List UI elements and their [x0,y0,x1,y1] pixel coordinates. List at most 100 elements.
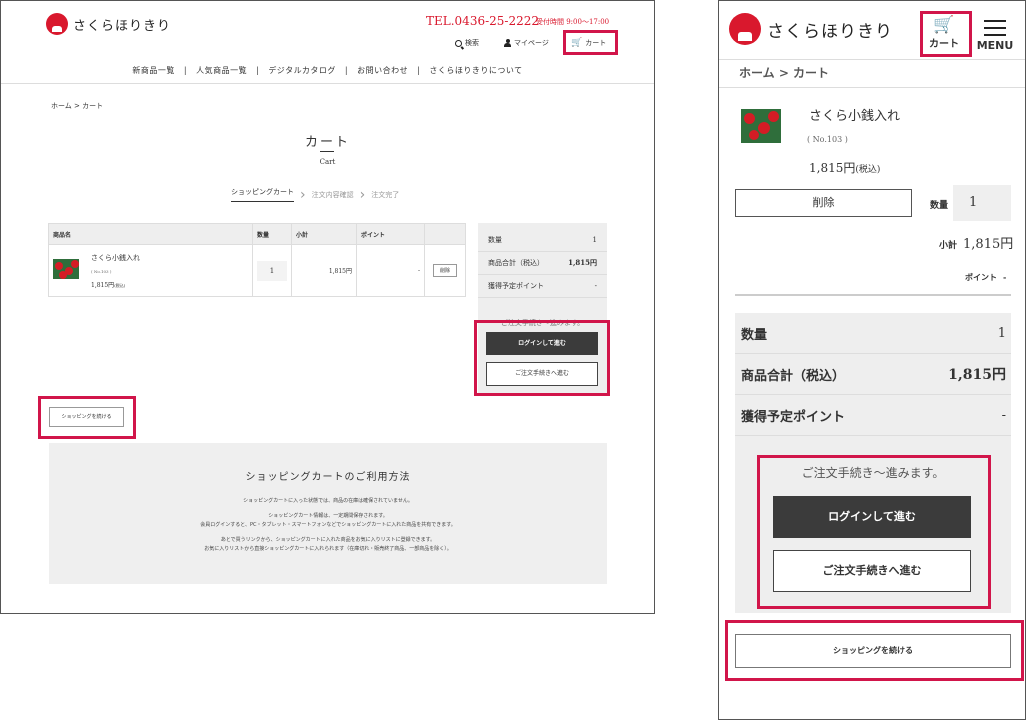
breadcrumb[interactable]: ホーム > カート [739,64,829,81]
logo-text: さくらほりきり [73,18,172,34]
summary-points-label: 獲得予定ポイント [488,282,544,290]
mobile-view: さくらほりきり 🛒 カート MENU ホーム > カート さくら小銭入れ ( N… [718,0,1026,720]
nav-separator: | [183,66,188,75]
global-nav: 新商品一覧 | 人気商品一覧 | デジタルカタログ | お問い合わせ | さくらほりきりについて [1,65,654,76]
search-label: 検索 [465,39,479,47]
header-divider [1,83,654,84]
summary-total-label: 商品合計（税込） [488,259,544,267]
product-name[interactable]: さくら小銭入れ [809,105,900,124]
highlight-checkout-buttons [474,320,610,396]
summary-total-row: 商品合計（税込） 1,815円 [735,354,1011,395]
product-code: ( No.103 ) [91,268,112,274]
points-cell: - [356,244,425,297]
cart-table: 商品名 数量 小計 ポイント さくら小銭入れ ( No.103 ) 1,815円… [48,223,466,297]
search-link[interactable]: 検索 [455,38,479,48]
business-hours: 受付時間 9:00～17:00 [536,18,610,26]
guide-line: 会員ログインすると、PC・タブレット・スマートフォンなどでショッピングカートに入… [200,522,456,528]
highlight-continue-shopping [38,396,136,439]
breadcrumb[interactable]: ホーム > カート [51,101,103,111]
nav-contact[interactable]: お問い合わせ [357,66,408,75]
site-logo[interactable]: さくらほりきり [46,13,171,35]
title-underline [320,151,334,152]
summary-qty-row: 数量 1 [735,313,1011,354]
subtotal-label: 小計 [939,241,958,251]
highlight-continue-shopping [725,620,1024,681]
product-thumbnail[interactable] [741,109,781,143]
mypage-label: マイページ [514,39,549,47]
sakura-logo-icon [46,13,68,35]
guide-line: ショッピングカート情報は、一定期間保存されます。 [268,513,388,519]
delete-button[interactable]: 削除 [735,189,912,217]
col-subtotal: 小計 [291,223,357,245]
step-confirm: 注文内容確認 [311,190,354,199]
summary-total-label: 商品合計（税込） [741,368,846,384]
search-icon [455,39,462,47]
menu-button[interactable]: MENU [975,15,1015,52]
chevron-right-icon: › [300,186,306,203]
chevron-right-icon: › [359,186,366,203]
guide-line: お気に入りリストから直接ショッピングカートに入れられます（在庫切れ・販売終了商品… [204,546,452,552]
quantity-label: 数量 [930,201,949,211]
site-logo[interactable]: さくらほりきり [729,13,893,45]
page-subtitle: Cart [319,158,336,166]
product-price: 1,815円 [809,161,856,175]
nav-about[interactable]: さくらほりきりについて [429,66,522,75]
price-tax-note: (税込) [855,165,881,175]
points-label: ポイント [965,272,997,282]
summary-points-row: 獲得予定ポイント - [735,395,1011,436]
delete-button[interactable]: 削除 [432,264,457,277]
product-name[interactable]: さくら小銭入れ [91,253,140,263]
nav-separator: | [417,66,421,75]
item-divider [735,294,1011,296]
highlight-cart-button [920,11,972,57]
subtotal-cell: 1,815円 [291,244,357,297]
logo-text: さくらほりきり [767,21,893,42]
nav-popular-items[interactable]: 人気商品一覧 [196,66,247,75]
step-cart: ショッピングカート [231,187,294,202]
highlight-cart-link [563,30,618,55]
summary-qty-label: 数量 [488,236,502,244]
guide-line: あとで買うリンクから、ショッピングカートに入れた商品をお気に入りリストに登録でき… [220,537,436,543]
cart-usage-guide: ショッピングカートのご利用方法 ショッピングカートに入った状態では、商品の在庫は… [49,443,607,584]
summary-points-value: - [594,282,597,290]
menu-label: MENU [976,39,1014,52]
step-complete: 注文完了 [371,190,400,199]
header-divider [719,59,1025,60]
guide-line: ショッピングカートに入った状態では、商品の在庫は確保されていません。 [243,498,413,504]
summary-qty-value: 1 [997,325,1006,341]
summary-points-value: - [1001,407,1006,423]
checkout-steps: ショッピングカート › 注文内容確認 › 注文完了 [231,187,399,202]
product-thumbnail[interactable] [53,258,79,279]
nav-separator: | [256,66,260,75]
product-price: 1,815円 [91,281,115,289]
qty-cell: 1 [252,244,292,297]
page-title: カート [304,135,350,150]
summary-points-label: 獲得予定ポイント [741,409,846,425]
pc-view: さくらほりきり TEL.0436-25-2222 受付時間 9:00～17:00… [0,0,655,614]
summary-total-row: 商品合計（税込） 1,815円 [478,252,607,275]
hamburger-icon [975,20,1015,36]
col-qty: 数量 [252,223,292,245]
summary-qty-value: 1 [592,236,597,244]
nav-digital-catalog[interactable]: デジタルカタログ [268,66,336,75]
mypage-link[interactable]: マイページ [504,38,549,48]
quantity-input[interactable]: 1 [953,185,1011,221]
col-action [424,223,466,245]
nav-new-items[interactable]: 新商品一覧 [132,66,175,75]
quantity-input[interactable]: 1 [257,260,287,281]
highlight-checkout-buttons [757,455,991,609]
phone-number: TEL.0436-25-2222 [426,14,540,28]
col-product: 商品名 [48,223,253,245]
summary-qty-row: 数量 1 [478,229,607,252]
sakura-logo-icon [729,13,761,45]
table-header-row: 商品名 数量 小計 ポイント [48,223,466,245]
price-tax-note: (税込) [114,282,126,288]
summary-points-row: 獲得予定ポイント - [478,275,607,298]
guide-title: ショッピングカートのご利用方法 [245,472,411,483]
points-value: - [1003,272,1007,282]
action-cell: 削除 [424,244,466,297]
summary-total-value: 1,815円 [568,258,597,267]
product-code: ( No.103 ) [807,135,848,144]
product-cell: さくら小銭入れ ( No.103 ) 1,815円(税込) [48,244,253,297]
subtotal-value: 1,815円 [963,237,1014,252]
